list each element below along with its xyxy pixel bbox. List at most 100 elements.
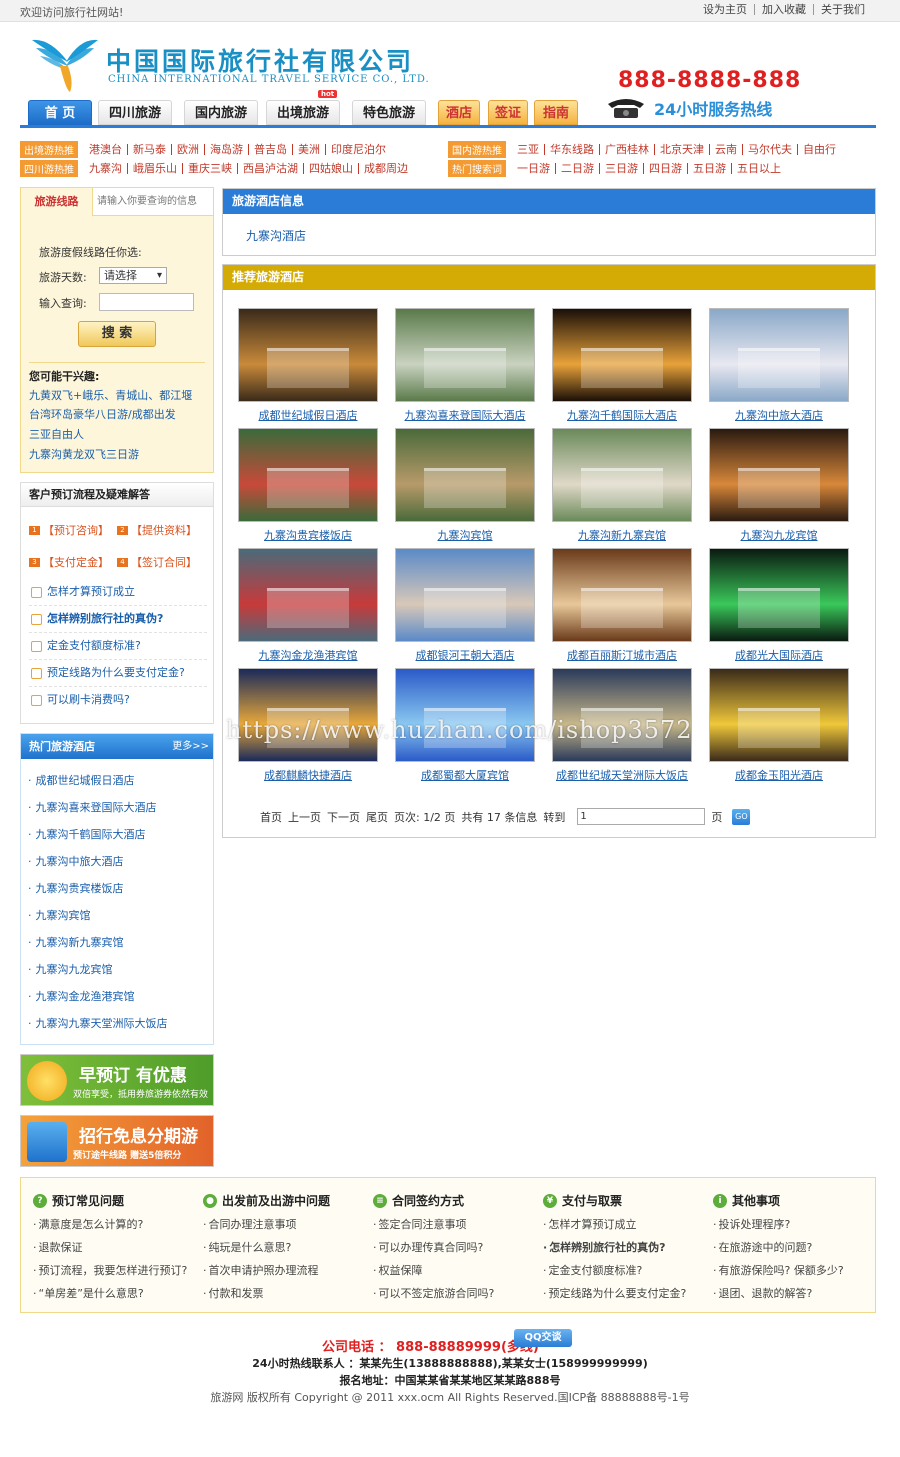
hotlink-item[interactable]: 华东线路 xyxy=(544,143,599,155)
nav-hotel[interactable]: 酒店 xyxy=(438,100,480,125)
hotlink-item[interactable]: 重庆三峡 xyxy=(182,162,237,174)
hotlink-item[interactable]: 峨眉乐山 xyxy=(127,162,182,174)
hot-hotel-link[interactable]: 九寨沟千鹤国际大酒店 xyxy=(28,826,146,842)
hotel-card[interactable]: 九寨沟中旅大酒店 xyxy=(704,308,854,423)
hotel-photo[interactable] xyxy=(238,308,378,402)
help-link[interactable]: 首次申请护照办理流程 xyxy=(203,1262,330,1278)
hotel-photo[interactable] xyxy=(238,548,378,642)
step-provide-info[interactable]: 2 【提供资料】 xyxy=(117,522,197,538)
more-link[interactable]: 更多>> xyxy=(172,734,209,759)
hotel-name-link[interactable]: 成都世纪城天堂洲际大饭店 xyxy=(547,767,697,783)
hotlink-item[interactable]: 欧洲 xyxy=(171,143,204,155)
hotel-photo[interactable] xyxy=(709,308,849,402)
installment-banner[interactable]: 招行免息分期游 预订途牛线路 赠送5倍积分 xyxy=(20,1115,214,1167)
faq-link[interactable]: 怎样辨别旅行社的真伪? xyxy=(29,607,207,633)
nav-domestic[interactable]: 国内旅游 xyxy=(184,100,258,125)
hotel-name-link[interactable]: 成都麒麟快捷酒店 xyxy=(233,767,383,783)
hotel-card[interactable]: 九寨沟金龙渔港宾馆 xyxy=(233,548,383,663)
help-link[interactable]: 可以不签定旅游合同吗? xyxy=(373,1285,495,1301)
hotel-photo[interactable] xyxy=(709,668,849,762)
hotel-name-link[interactable]: 九寨沟九龙宾馆 xyxy=(704,527,854,543)
help-link[interactable]: 定金支付额度标准? xyxy=(543,1262,686,1278)
hotlink-item[interactable]: 西昌泸沽湖 xyxy=(237,162,303,174)
faq-link[interactable]: 可以刷卡消费吗? xyxy=(29,688,207,714)
hotlink-item[interactable]: 四姑娘山 xyxy=(303,162,358,174)
help-link[interactable]: 有旅游保险吗? 保额多少? xyxy=(713,1262,844,1278)
hotel-card[interactable]: 成都百丽斯汀城市酒店 xyxy=(547,548,697,663)
nav-special[interactable]: 特色旅游 xyxy=(352,100,426,125)
about-us-link[interactable]: 关于我们 xyxy=(813,4,872,15)
interest-link[interactable]: 三亚自由人 xyxy=(29,426,84,442)
hotel-card[interactable]: 成都银河王朝大酒店 xyxy=(390,548,540,663)
next-page-link[interactable]: 下一页 xyxy=(327,809,360,825)
hot-hotel-link[interactable]: 九寨沟贵宾楼饭店 xyxy=(28,880,124,896)
hotlink-item[interactable]: 海岛游 xyxy=(204,143,248,155)
hotel-photo[interactable] xyxy=(238,428,378,522)
help-link[interactable]: 在旅游途中的问题? xyxy=(713,1239,844,1255)
hotel-name-link[interactable]: 九寨沟喜来登国际大酒店 xyxy=(390,407,540,423)
help-link[interactable]: 怎样辨别旅行社的真伪? xyxy=(543,1239,686,1255)
help-link[interactable]: 投诉处理程序? xyxy=(713,1216,844,1232)
hotel-name-link[interactable]: 九寨沟宾馆 xyxy=(390,527,540,543)
hotel-name-link[interactable]: 成都蜀都大厦宾馆 xyxy=(390,767,540,783)
qq-chat-button[interactable]: QQ交谈 xyxy=(514,1329,572,1347)
hotel-photo[interactable] xyxy=(395,668,535,762)
nav-outbound[interactable]: 出境旅游 xyxy=(266,100,340,125)
hot-hotel-link[interactable]: 九寨沟金龙渔港宾馆 xyxy=(28,988,135,1004)
set-homepage-link[interactable]: 设为主页 xyxy=(696,4,754,15)
hotel-photo[interactable] xyxy=(395,308,535,402)
help-link[interactable]: 可以办理传真合同吗? xyxy=(373,1239,494,1255)
help-link[interactable]: 满意度是怎么计算的? xyxy=(33,1216,187,1232)
hotel-card[interactable]: 成都金玉阳光酒店 xyxy=(704,668,854,783)
hotlink-item[interactable]: 三日游 xyxy=(599,162,643,174)
search-info-placeholder[interactable]: 请输入你要查询的信息 xyxy=(93,188,213,216)
hotlink-item[interactable]: 广西桂林 xyxy=(599,143,654,155)
hotlink-item[interactable]: 三亚 xyxy=(512,144,544,155)
hot-hotel-link[interactable]: 九寨沟中旅大酒店 xyxy=(28,853,124,869)
first-page-link[interactable]: 首页 xyxy=(260,809,282,825)
hotel-photo[interactable] xyxy=(395,428,535,522)
help-link[interactable]: “单房差”是什么意思? xyxy=(33,1285,187,1301)
step-sign-contract[interactable]: 4 【签订合同】 xyxy=(117,554,197,570)
hot-hotel-link[interactable]: 九寨沟宾馆 xyxy=(28,907,91,923)
hotlink-item[interactable]: 港澳台 xyxy=(84,144,127,155)
hotlink-item[interactable]: 四日游 xyxy=(643,162,687,174)
hotlink-item[interactable]: 印度尼泊尔 xyxy=(325,143,391,155)
help-link[interactable]: 预订流程，我要怎样进行预订? xyxy=(33,1262,188,1278)
hotlink-item[interactable]: 新马泰 xyxy=(127,143,171,155)
hotlink-item[interactable]: 云南 xyxy=(709,143,742,155)
hotel-card[interactable]: 九寨沟喜来登国际大酒店 xyxy=(390,308,540,423)
hotel-name-link[interactable]: 成都世纪城假日酒店 xyxy=(233,407,383,423)
hotlink-item[interactable]: 一日游 xyxy=(512,163,555,174)
hotel-card[interactable]: 成都光大国际酒店 xyxy=(704,548,854,663)
hot-hotel-link[interactable]: 九寨沟新九寨宾馆 xyxy=(28,934,124,950)
nav-guide[interactable]: 指南 xyxy=(534,100,578,125)
hotel-name-link[interactable]: 九寨沟新九寨宾馆 xyxy=(547,527,697,543)
hotlink-item[interactable]: 美洲 xyxy=(292,143,325,155)
hotel-name-link[interactable]: 九寨沟中旅大酒店 xyxy=(704,407,854,423)
hotel-photo[interactable] xyxy=(709,548,849,642)
hot-hotel-link[interactable]: 成都世纪城假日酒店 xyxy=(28,772,135,788)
add-favorite-link[interactable]: 加入收藏 xyxy=(754,4,813,15)
hotel-name-link[interactable]: 九寨沟金龙渔港宾馆 xyxy=(233,647,383,663)
help-link[interactable]: 退团、退款的解答? xyxy=(713,1285,844,1301)
hotel-name-link[interactable]: 成都金玉阳光酒店 xyxy=(704,767,854,783)
hotel-card[interactable]: 九寨沟新九寨宾馆 xyxy=(547,428,697,543)
hotel-photo[interactable] xyxy=(709,428,849,522)
faq-link[interactable]: 定金支付额度标准? xyxy=(29,634,207,660)
hot-hotel-link[interactable]: 九寨沟九龙宾馆 xyxy=(28,961,113,977)
hotel-card[interactable]: 九寨沟千鹤国际大酒店 xyxy=(547,308,697,423)
hotel-name-link[interactable]: 九寨沟千鹤国际大酒店 xyxy=(547,407,697,423)
help-link[interactable]: 纯玩是什么意思? xyxy=(203,1239,330,1255)
interest-link[interactable]: 九黄双飞+峨乐、青城山、都江堰 xyxy=(29,387,192,403)
help-link[interactable]: 怎样才算预订成立 xyxy=(543,1216,686,1232)
hotel-name-link[interactable]: 九寨沟贵宾楼饭店 xyxy=(233,527,383,543)
hotlink-item[interactable]: 五日游 xyxy=(687,162,731,174)
hotel-name-link[interactable]: 成都百丽斯汀城市酒店 xyxy=(547,647,697,663)
prev-page-link[interactable]: 上一页 xyxy=(288,809,321,825)
hotlink-item[interactable]: 北京天津 xyxy=(654,143,709,155)
hotel-card[interactable]: 九寨沟宾馆 xyxy=(390,428,540,543)
hotlink-item[interactable]: 马尔代夫 xyxy=(742,143,797,155)
step-consult[interactable]: 1 【预订咨询】 xyxy=(29,522,109,538)
hot-hotel-link[interactable]: 九寨沟喜来登国际大酒店 xyxy=(28,799,157,815)
